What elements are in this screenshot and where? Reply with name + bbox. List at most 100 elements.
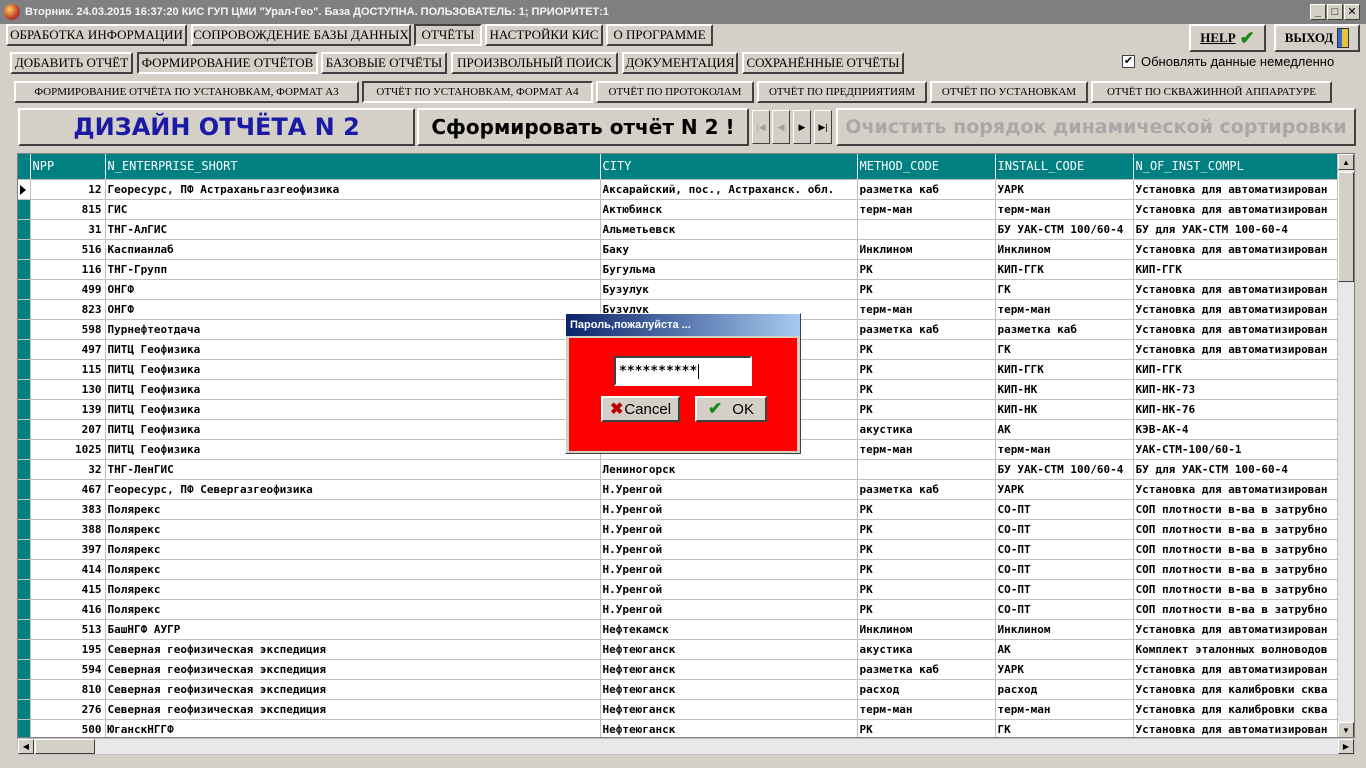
cell-npp[interactable]: 388	[30, 519, 106, 540]
row-indicator[interactable]	[18, 459, 31, 480]
table-row[interactable]: 31 ТНГ-АлГИС Альметьевск БУ УАК-СТМ 100/60-…	[18, 219, 1339, 240]
cell-method-code[interactable]: разметка каб	[857, 479, 996, 500]
cell-npp[interactable]: 397	[30, 539, 106, 560]
cell-enterprise[interactable]: ПИТЦ Геофизика	[105, 439, 601, 460]
row-indicator[interactable]	[18, 419, 31, 440]
cell-npp[interactable]: 32	[30, 459, 106, 480]
documentation-tab[interactable]: ДОКУМЕНТАЦИЯ	[622, 52, 738, 74]
row-indicator[interactable]	[18, 519, 31, 540]
cell-enterprise[interactable]: Полярекс	[105, 519, 601, 540]
cell-npp[interactable]: 116	[30, 259, 106, 280]
table-row[interactable]: 388 Полярекс Н.Уренгой РК СО-ПТ СОП плотности…	[18, 519, 1339, 540]
cell-method-code[interactable]: терм-ман	[857, 199, 996, 220]
cell-enterprise[interactable]: Северная геофизическая экспедиция	[105, 699, 601, 720]
cell-inst-compl[interactable]: Установка для автоматизирован	[1133, 659, 1339, 680]
cell-npp[interactable]: 499	[30, 279, 106, 300]
cell-enterprise[interactable]: Полярекс	[105, 599, 601, 620]
col-header-install-code[interactable]: INSTALL_CODE	[995, 154, 1134, 180]
menu-processing[interactable]: ОБРАБОТКА ИНФОРМАЦИИ	[6, 24, 187, 46]
nav-prev-button[interactable]: ◀	[772, 110, 790, 144]
cell-npp[interactable]: 415	[30, 579, 106, 600]
cell-enterprise[interactable]: Северная геофизическая экспедиция	[105, 639, 601, 660]
cell-city[interactable]: Нефтеюганск	[600, 719, 858, 737]
cell-city[interactable]: Нефтеюганск	[600, 639, 858, 660]
nav-next-button[interactable]: ▶	[793, 110, 811, 144]
menu-settings[interactable]: НАСТРОЙКИ КИС	[485, 24, 603, 46]
cell-npp[interactable]: 12	[30, 179, 106, 200]
row-indicator[interactable]	[18, 259, 31, 280]
cell-npp[interactable]: 810	[30, 679, 106, 700]
cell-install-code[interactable]: терм-ман	[995, 699, 1134, 720]
cell-enterprise[interactable]: ОНГФ	[105, 299, 601, 320]
cell-install-code[interactable]: БУ УАК-СТМ 100/60-4	[995, 459, 1134, 480]
cancel-button[interactable]: ✖ Cancel	[601, 396, 680, 422]
cell-enterprise[interactable]: Северная геофизическая экспедиция	[105, 659, 601, 680]
row-indicator[interactable]	[18, 579, 31, 600]
cell-npp[interactable]: 31	[30, 219, 106, 240]
cell-npp[interactable]: 598	[30, 319, 106, 340]
table-row[interactable]: 416 Полярекс Н.Уренгой РК СО-ПТ СОП плотности…	[18, 599, 1339, 620]
tab-protocols[interactable]: ОТЧЁТ ПО ПРОТОКОЛАМ	[596, 81, 754, 103]
cell-enterprise[interactable]: ПИТЦ Геофизика	[105, 399, 601, 420]
cell-inst-compl[interactable]: СОП плотности в-ва в затрубно	[1133, 539, 1339, 560]
cell-npp[interactable]: 276	[30, 699, 106, 720]
scroll-left-button[interactable]: ◀	[18, 739, 34, 754]
password-input[interactable]: **********	[614, 356, 752, 386]
form-report-button[interactable]: Сформировать отчёт N 2 !	[417, 108, 749, 146]
scroll-up-button[interactable]: ▲	[1338, 154, 1354, 170]
saved-reports-tab[interactable]: СОХРАНЁННЫЕ ОТЧЁТЫ	[742, 52, 904, 74]
cell-method-code[interactable]: Инклином	[857, 239, 996, 260]
cell-city[interactable]: Баку	[600, 239, 858, 260]
table-row[interactable]: 414 Полярекс Н.Уренгой РК СО-ПТ СОП плотности…	[18, 559, 1339, 580]
cell-method-code[interactable]: РК	[857, 579, 996, 600]
cell-enterprise[interactable]: Полярекс	[105, 499, 601, 520]
cell-npp[interactable]: 416	[30, 599, 106, 620]
cell-method-code[interactable]: разметка каб	[857, 319, 996, 340]
row-indicator[interactable]	[18, 199, 31, 220]
cell-install-code[interactable]: расход	[995, 679, 1134, 700]
cell-method-code[interactable]: РК	[857, 379, 996, 400]
cell-enterprise[interactable]: Северная геофизическая экспедиция	[105, 679, 601, 700]
scroll-down-button[interactable]: ▼	[1338, 722, 1354, 737]
row-indicator[interactable]	[18, 539, 31, 560]
cell-install-code[interactable]: БУ УАК-СТМ 100/60-4	[995, 219, 1134, 240]
tab-a3-installations[interactable]: ФОРМИРОВАНИЕ ОТЧЁТА ПО УСТАНОВКАМ, ФОРМА…	[14, 81, 359, 103]
cell-inst-compl[interactable]: КЭВ-АК-4	[1133, 419, 1339, 440]
cell-city[interactable]: Нефтекамск	[600, 619, 858, 640]
cell-city[interactable]: Нефтеюганск	[600, 679, 858, 700]
cell-enterprise[interactable]: ТНГ-ЛенГИС	[105, 459, 601, 480]
cell-npp[interactable]: 115	[30, 359, 106, 380]
cell-method-code[interactable]: РК	[857, 339, 996, 360]
cell-method-code[interactable]: терм-ман	[857, 439, 996, 460]
cell-npp[interactable]: 500	[30, 719, 106, 737]
cell-city[interactable]: Альметьевск	[600, 219, 858, 240]
cell-enterprise[interactable]: ПИТЦ Геофизика	[105, 339, 601, 360]
cell-npp[interactable]: 467	[30, 479, 106, 500]
cell-install-code[interactable]: КИП-НК	[995, 399, 1134, 420]
custom-search-tab[interactable]: ПРОИЗВОЛЬНЫЙ ПОИСК	[451, 52, 618, 74]
cell-method-code[interactable]: РК	[857, 519, 996, 540]
row-indicator[interactable]	[18, 559, 31, 580]
cell-city[interactable]: Н.Уренгой	[600, 539, 858, 560]
table-row[interactable]: 415 Полярекс Н.Уренгой РК СО-ПТ СОП плотности…	[18, 579, 1339, 600]
cell-install-code[interactable]: Инклином	[995, 239, 1134, 260]
col-header-inst-compl[interactable]: N_OF_INST_COMPL	[1133, 154, 1339, 180]
cell-npp[interactable]: 516	[30, 239, 106, 260]
cell-enterprise[interactable]: ПИТЦ Геофизика	[105, 359, 601, 380]
cell-install-code[interactable]: ГК	[995, 719, 1134, 737]
update-immediately-checkbox[interactable]: ✔ Обновлять данные немедленно	[1122, 54, 1334, 69]
cell-city[interactable]: Н.Уренгой	[600, 579, 858, 600]
table-row[interactable]: 116 ТНГ-Групп Бугульма РК КИП-ГГК КИП-ГГК	[18, 259, 1339, 280]
vertical-scrollbar[interactable]: ▲ ▼	[1337, 154, 1354, 737]
cell-method-code[interactable]	[857, 459, 996, 480]
cell-method-code[interactable]: РК	[857, 399, 996, 420]
menu-reports[interactable]: ОТЧЁТЫ	[414, 24, 482, 46]
cell-enterprise[interactable]: Полярекс	[105, 539, 601, 560]
tab-installations[interactable]: ОТЧЁТ ПО УСТАНОВКАМ	[930, 81, 1088, 103]
cell-inst-compl[interactable]: БУ для УАК-СТМ 100-60-4	[1133, 459, 1339, 480]
cell-install-code[interactable]: УАРК	[995, 659, 1134, 680]
nav-first-button[interactable]: |◀	[752, 110, 770, 144]
cell-inst-compl[interactable]: Установка для автоматизирован	[1133, 299, 1339, 320]
cell-inst-compl[interactable]: Установка для калибровки сква	[1133, 699, 1339, 720]
cell-method-code[interactable]: РК	[857, 259, 996, 280]
